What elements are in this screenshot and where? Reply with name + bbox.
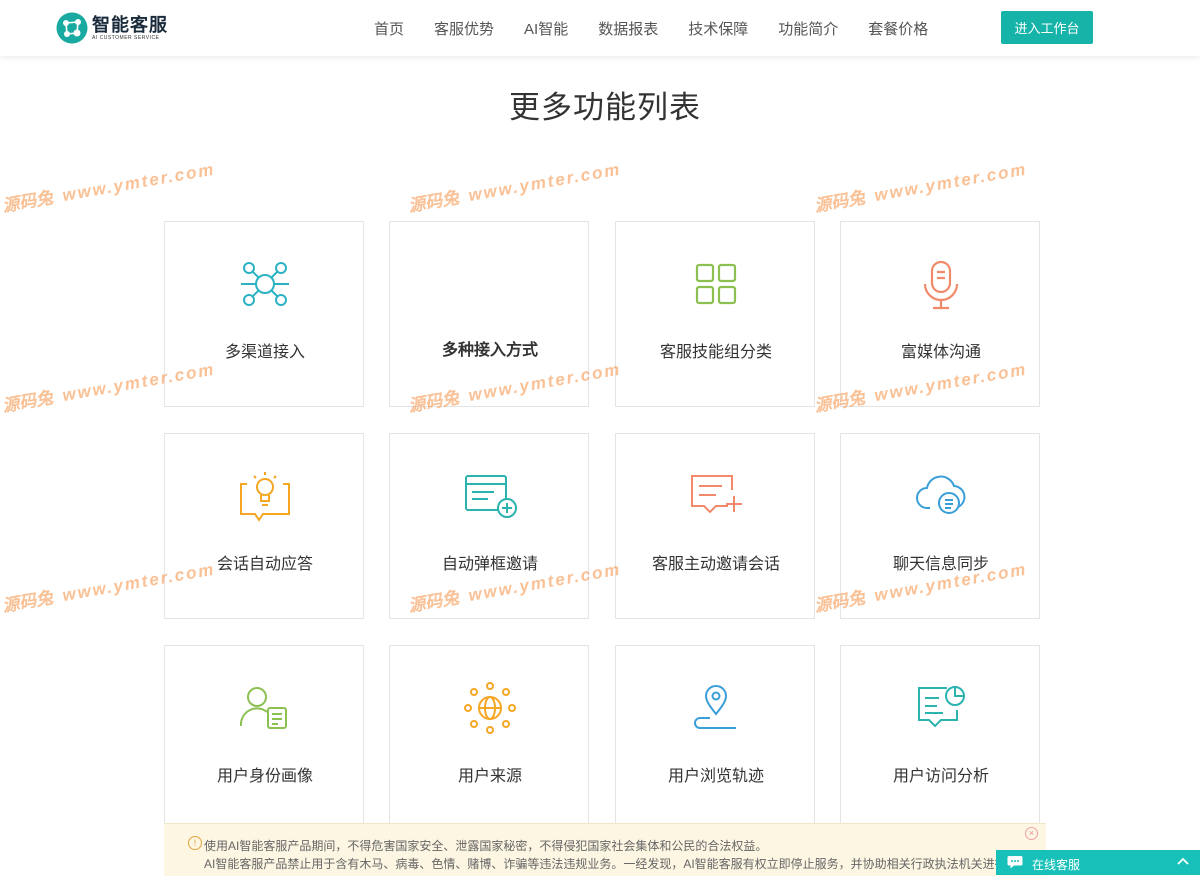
watermark: 源码兔 www.ymter.com <box>406 159 623 216</box>
feature-label: 用户访问分析 <box>892 768 989 785</box>
feature-card-user-source[interactable]: 用户来源 <box>389 645 589 831</box>
warning-icon: ! <box>188 836 202 850</box>
cloud-sync-icon <box>916 475 966 514</box>
online-service-label: 在线客服 <box>1032 858 1081 872</box>
chevron-up-icon[interactable] <box>1176 854 1190 868</box>
feature-label: 客服技能组分类 <box>659 344 772 361</box>
top-header: 智能客服 AI CUSTOMER SERVICE 首页 客服优势 AI智能 数据… <box>0 0 1200 56</box>
user-card-icon <box>239 687 287 729</box>
close-icon[interactable]: × <box>1025 827 1038 840</box>
enter-workspace-button[interactable]: 进入工作台 <box>1001 11 1093 44</box>
site-logo[interactable]: 智能客服 AI CUSTOMER SERVICE <box>56 11 168 45</box>
feature-card-user-profile[interactable]: 用户身份画像 <box>164 645 364 831</box>
notice-line-2: AI智能客服产品禁止用于含有木马、病毒、色情、赌博、诈骗等违法违规业务。一经发现… <box>204 857 1007 871</box>
feature-label: 用户浏览轨迹 <box>667 768 764 785</box>
feature-label: 客服主动邀请会话 <box>651 556 780 573</box>
feature-card-access-methods[interactable]: 多种接入方式 <box>389 221 589 407</box>
notice-line-1: 使用AI智能客服产品期间，不得危害国家安全、泄露国家秘密，不得侵犯国家社会集体和… <box>204 839 768 853</box>
watermark: 源码兔 www.ymter.com <box>812 159 1029 216</box>
feature-card-chat-sync[interactable]: 聊天信息同步 <box>840 433 1040 619</box>
watermark: 源码兔 www.ymter.com <box>0 159 217 216</box>
feature-card-proactive-invite[interactable]: 客服主动邀请会话 <box>615 433 815 619</box>
logo-icon <box>56 12 88 44</box>
nav-tech[interactable]: 技术保障 <box>673 18 763 39</box>
feature-card-visit-analysis[interactable]: 用户访问分析 <box>840 645 1040 831</box>
lightbulb-chat-icon <box>240 472 290 522</box>
nav-ai[interactable]: AI智能 <box>509 18 583 39</box>
feature-card-auto-popup[interactable]: 自动弹框邀请 <box>389 433 589 619</box>
location-route-icon <box>694 685 736 729</box>
feature-card-browse-track[interactable]: 用户浏览轨迹 <box>615 645 815 831</box>
feature-card-auto-reply[interactable]: 会话自动应答 <box>164 433 364 619</box>
feature-grid: 多渠道接入 多种接入方式 客服技能组分类 富媒体沟通 会话自动应答 自动弹框邀请… <box>164 221 1044 875</box>
feature-label: 多渠道接入 <box>224 344 305 361</box>
nav-home[interactable]: 首页 <box>359 18 419 39</box>
feature-label: 用户身份画像 <box>216 768 313 785</box>
nav-advantages[interactable]: 客服优势 <box>419 18 509 39</box>
globe-network-icon <box>464 682 516 734</box>
grid-squares-icon <box>695 263 737 305</box>
online-service-bar[interactable]: 在线客服 <box>996 850 1200 875</box>
feature-label: 用户来源 <box>457 768 522 785</box>
logo-title: 智能客服 <box>92 14 168 35</box>
feature-label: 富媒体沟通 <box>900 344 981 361</box>
main-nav: 首页 客服优势 AI智能 数据报表 技术保障 功能简介 套餐价格 <box>359 0 943 56</box>
microphone-icon <box>923 260 959 310</box>
feature-label: 自动弹框邀请 <box>441 556 538 573</box>
feature-label: 聊天信息同步 <box>892 556 989 573</box>
legal-notice-bar: ! 使用AI智能客服产品期间，不得危害国家安全、泄露国家秘密，不得侵犯国家社会集… <box>164 823 1046 876</box>
nav-features[interactable]: 功能简介 <box>763 18 853 39</box>
browser-plus-icon <box>465 475 517 518</box>
nav-reports[interactable]: 数据报表 <box>583 18 673 39</box>
feature-card-rich-media[interactable]: 富媒体沟通 <box>840 221 1040 407</box>
feature-label: 会话自动应答 <box>216 556 313 573</box>
network-nodes-icon <box>241 262 289 306</box>
feature-card-multichannel[interactable]: 多渠道接入 <box>164 221 364 407</box>
feature-card-skill-groups[interactable]: 客服技能组分类 <box>615 221 815 407</box>
chat-plus-icon <box>691 475 742 514</box>
section-title: 更多功能列表 <box>509 90 701 125</box>
logo-subtitle: AI CUSTOMER SERVICE <box>92 34 160 41</box>
chat-bubble-icon <box>1007 856 1023 869</box>
nav-pricing[interactable]: 套餐价格 <box>853 18 943 39</box>
feature-label: 多种接入方式 <box>441 342 538 359</box>
chart-chat-icon <box>918 686 965 728</box>
